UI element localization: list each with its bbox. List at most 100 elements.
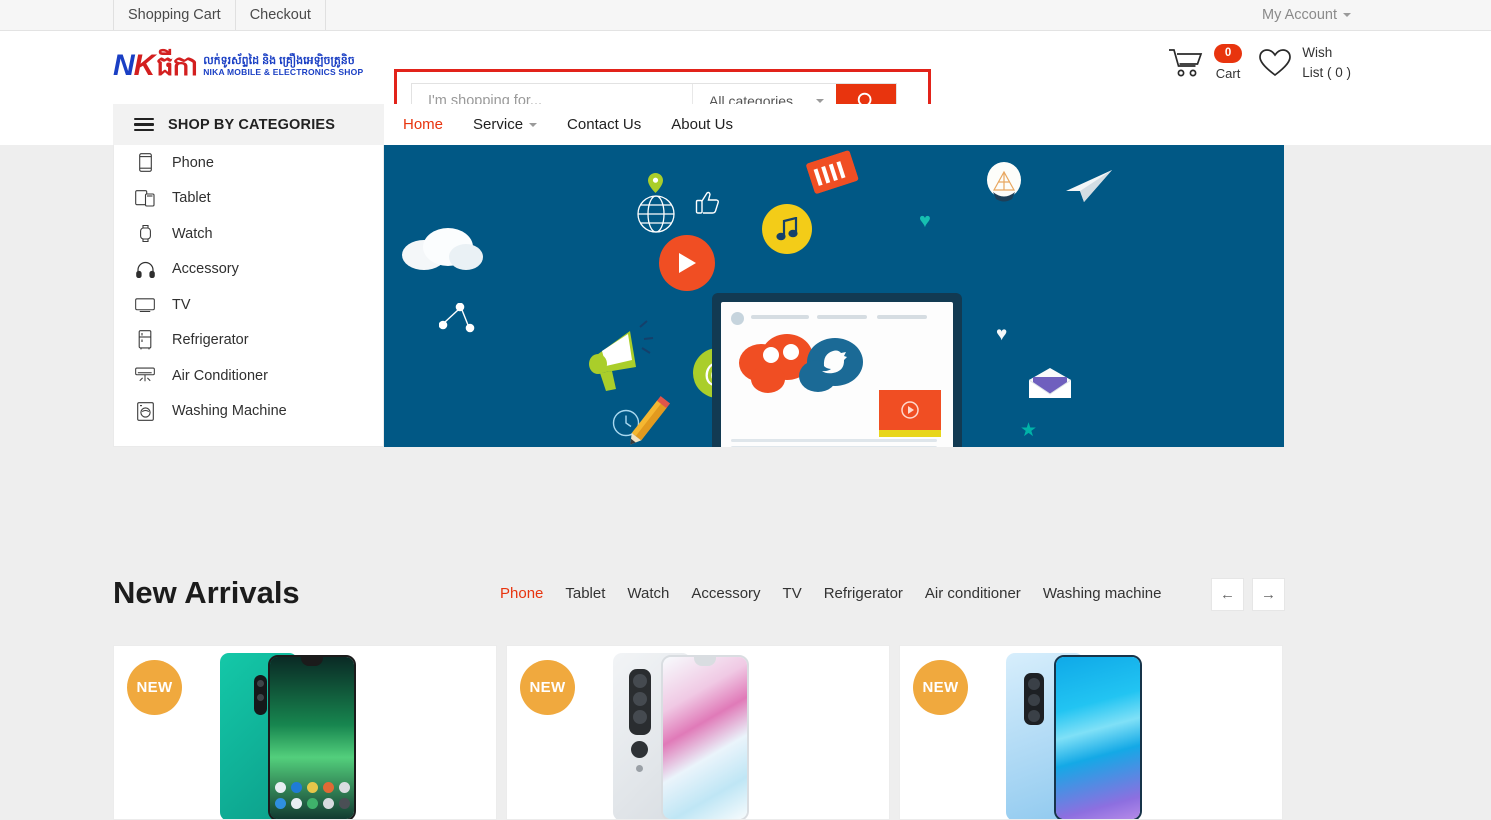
tab-phone[interactable]: Phone xyxy=(500,585,543,602)
carousel-next-button[interactable]: → xyxy=(1252,578,1285,611)
sidebar-item-tablet[interactable]: Tablet xyxy=(114,181,383,217)
sidebar-item-refrigerator-label: Refrigerator xyxy=(172,332,249,349)
tab-tv[interactable]: TV xyxy=(783,585,802,602)
logo-english-tagline: NIKA MOBILE & ELECTRONICS SHOP xyxy=(203,67,364,78)
nav-row: SHOP BY CATEGORIES Home Service Contact … xyxy=(0,104,1491,145)
my-account-label: My Account xyxy=(1262,7,1337,23)
logo-letter-n: N xyxy=(113,49,135,82)
sidebar-item-watch[interactable]: Watch xyxy=(114,216,383,252)
washing-machine-icon xyxy=(135,401,155,421)
carousel-arrows: ← → xyxy=(1211,578,1285,611)
heart-icon: ♥ xyxy=(996,324,1008,345)
music-note-icon xyxy=(762,204,812,254)
refrigerator-icon xyxy=(135,330,155,350)
hamburger-icon xyxy=(134,117,154,132)
page-root: Shopping Cart Checkout My Account NK ធីក… xyxy=(0,0,1491,820)
tab-refrigerator[interactable]: Refrigerator xyxy=(824,585,903,602)
tab-air-conditioner[interactable]: Air conditioner xyxy=(925,585,1021,602)
logo-khmer-tagline: លក់ទូរស័ព្ទដៃ និង គ្រឿងអេឡិចត្រូនិច xyxy=(203,54,355,67)
chevron-down-icon xyxy=(529,122,538,127)
new-arrivals-tabs: Phone Tablet Watch Accessory TV Refriger… xyxy=(500,585,1161,602)
shop-by-categories-label: SHOP BY CATEGORIES xyxy=(168,116,336,133)
tab-washing-machine[interactable]: Washing machine xyxy=(1043,585,1162,602)
wishlist-line-1: Wish xyxy=(1302,45,1333,60)
sidebar-item-air-conditioner[interactable]: Air Conditioner xyxy=(114,358,383,394)
globe-icon xyxy=(636,194,676,239)
nav-item-about-us[interactable]: About Us xyxy=(671,116,733,133)
tablet-icon xyxy=(135,188,155,208)
hero-banner[interactable]: ★ ★ ★ ♥ ♥ @ xyxy=(384,145,1284,447)
site-header: NK ធីកា លក់ទូរស័ព្ទដៃ និង គ្រឿងអេឡិចត្រូ… xyxy=(0,31,1491,129)
logo-khmer-name: ធីកា xyxy=(156,50,198,81)
sidebar-item-washing-machine-label: Washing Machine xyxy=(172,403,287,420)
sidebar-item-washing-machine[interactable]: Washing Machine xyxy=(114,394,383,430)
tab-watch[interactable]: Watch xyxy=(627,585,669,602)
sidebar-item-tv[interactable]: TV xyxy=(114,287,383,323)
product-card[interactable]: NEW xyxy=(899,645,1283,820)
chevron-down-icon xyxy=(1343,13,1351,17)
tablet-screen xyxy=(721,302,953,447)
tab-tablet[interactable]: Tablet xyxy=(565,585,605,602)
nav-item-about-us-label: About Us xyxy=(671,116,733,133)
topbar-links: Shopping Cart Checkout xyxy=(113,0,326,30)
tab-accessory[interactable]: Accessory xyxy=(691,585,760,602)
nav-item-home[interactable]: Home xyxy=(403,116,443,133)
shopping-cart-icon xyxy=(1168,48,1203,77)
logo-letter-k: K xyxy=(133,49,156,82)
nav-item-contact-us-label: Contact Us xyxy=(567,116,642,133)
product-image xyxy=(507,646,889,819)
logo-nk-mark: NK xyxy=(113,49,156,82)
wishlist-line-2: List ( 0 ) xyxy=(1302,64,1351,80)
sidebar-item-tv-label: TV xyxy=(172,296,191,313)
phone-icon xyxy=(135,153,155,173)
product-grid: NEW NEW NEW xyxy=(113,645,1285,820)
video-player-icon xyxy=(879,390,941,430)
header-actions: 0 Cart Wish List ( 0 ) xyxy=(1168,43,1351,82)
carousel-prev-button[interactable]: ← xyxy=(1211,578,1244,611)
megaphone-icon xyxy=(584,315,656,400)
ticket-icon xyxy=(805,150,860,199)
sidebar-item-phone[interactable]: Phone xyxy=(114,145,383,181)
topbar-shopping-cart[interactable]: Shopping Cart xyxy=(113,0,236,30)
top-bar: Shopping Cart Checkout My Account xyxy=(0,0,1491,31)
thumbs-up-icon xyxy=(695,190,722,221)
play-button-icon xyxy=(659,235,715,291)
cart-meta: 0 Cart xyxy=(1213,44,1243,81)
site-logo[interactable]: NK ធីកា លក់ទូរស័ព្ទដៃ និង គ្រឿងអេឡិចត្រូ… xyxy=(113,41,383,91)
category-sidebar: Phone Tablet Watch Accessory TV Refriger… xyxy=(113,145,384,447)
chevron-down-icon xyxy=(816,99,824,103)
tablet-device-icon xyxy=(712,293,962,447)
my-account-menu[interactable]: My Account xyxy=(1262,0,1351,30)
heart-icon xyxy=(1259,48,1292,76)
wishlist-text: Wish List ( 0 ) xyxy=(1302,43,1351,82)
product-card[interactable]: NEW xyxy=(113,645,497,820)
nav-item-contact-us[interactable]: Contact Us xyxy=(567,116,641,133)
sidebar-item-accessory[interactable]: Accessory xyxy=(114,252,383,288)
cart-button[interactable]: 0 Cart xyxy=(1168,44,1243,81)
nav-item-service[interactable]: Service xyxy=(473,116,538,133)
sidebar-item-accessory-label: Accessory xyxy=(172,261,239,278)
wishlist-button[interactable]: Wish List ( 0 ) xyxy=(1258,43,1351,82)
nav-item-home-label: Home xyxy=(403,116,444,133)
star-icon: ★ xyxy=(1020,420,1038,441)
envelope-icon xyxy=(1028,368,1072,403)
watch-icon xyxy=(135,224,155,244)
headphones-icon xyxy=(135,259,155,279)
shop-by-categories-button[interactable]: SHOP BY CATEGORIES xyxy=(113,104,384,145)
logo-taglines: លក់ទូរស័ព្ទដៃ និង គ្រឿងអេឡិចត្រូនិច NIKA… xyxy=(203,55,363,78)
sidebar-item-tablet-label: Tablet xyxy=(172,190,211,207)
air-conditioner-icon xyxy=(135,366,155,386)
heart-icon: ♥ xyxy=(919,210,931,232)
page-title: New Arrivals xyxy=(113,575,300,610)
product-card[interactable]: NEW xyxy=(506,645,890,820)
tv-icon xyxy=(135,295,155,315)
sidebar-item-phone-label: Phone xyxy=(172,154,214,171)
product-image xyxy=(900,646,1282,819)
nav-item-service-label: Service xyxy=(473,116,524,133)
cart-label: Cart xyxy=(1215,65,1241,81)
main-navigation: Home Service Contact Us About Us xyxy=(403,104,733,145)
sidebar-item-watch-label: Watch xyxy=(172,225,213,242)
sidebar-item-refrigerator[interactable]: Refrigerator xyxy=(114,323,383,359)
sidebar-item-air-conditioner-label: Air Conditioner xyxy=(172,367,268,384)
topbar-checkout[interactable]: Checkout xyxy=(236,0,326,30)
